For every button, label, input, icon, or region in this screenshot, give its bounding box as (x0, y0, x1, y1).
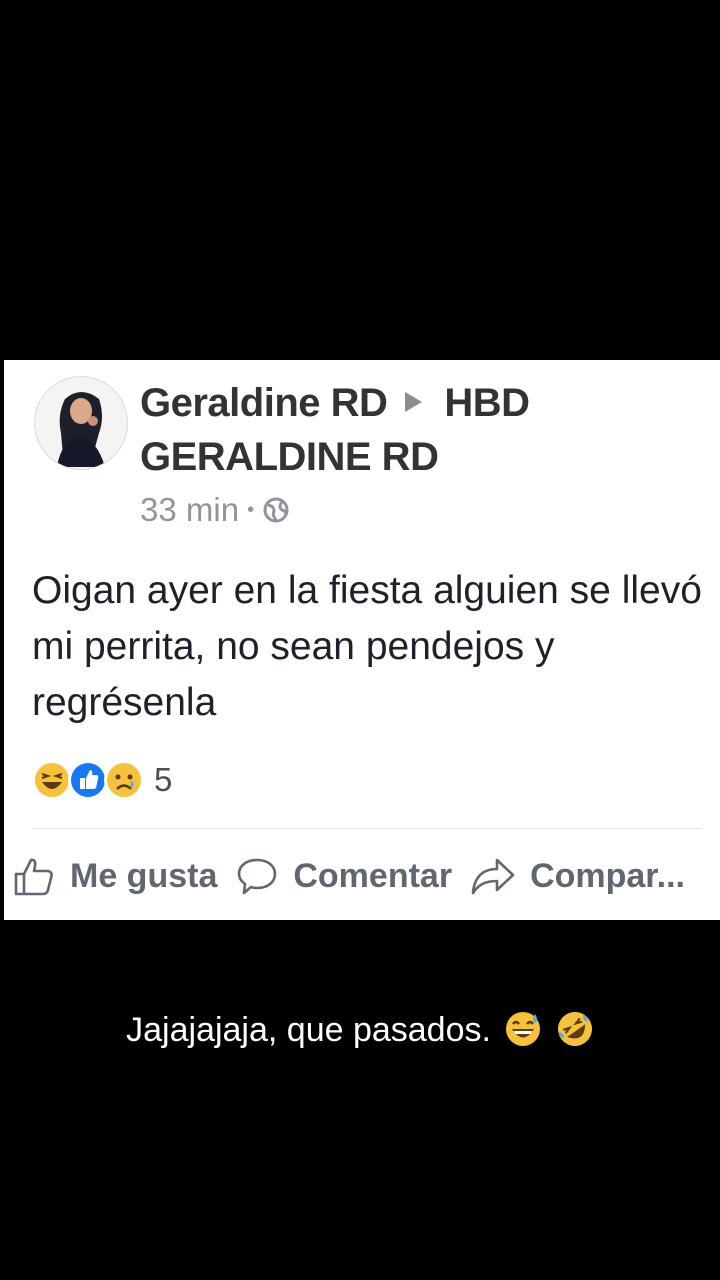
share-button[interactable]: Compar... (470, 854, 685, 898)
comment-label: Comentar (293, 856, 453, 895)
rolling-laughing-emoji-icon (557, 1012, 592, 1046)
post-body-text: Oigan ayer en la fiesta alguien se llevó… (32, 569, 702, 724)
share-arrow-icon (471, 858, 515, 895)
story-caption: Jajajajaja, que pasados. (0, 1010, 720, 1050)
actions-divider (32, 828, 702, 829)
haha-emoji-icon (32, 760, 72, 800)
reactions-summary[interactable]: 5 (32, 760, 172, 800)
post-meta: 33 min • (140, 491, 290, 529)
grinning-sweat-emoji-icon (506, 1012, 541, 1046)
caption-text: Jajajajaja, que pasados. (126, 1011, 491, 1049)
screen: Geraldine RD HBD GERALDINE RD 33 min • Oi… (0, 0, 720, 1280)
profile-photo (35, 377, 127, 469)
comment-bubble-icon (238, 858, 277, 895)
meta-separator: • (247, 498, 255, 521)
sad-emoji-icon (104, 760, 144, 800)
arrow-right-icon (405, 392, 423, 412)
share-label: Compar... (530, 856, 685, 895)
like-button[interactable]: Me gusta (12, 854, 217, 898)
author-name[interactable]: Geraldine RD (140, 381, 388, 425)
globe-icon (263, 497, 289, 523)
facebook-post-card: Geraldine RD HBD GERALDINE RD 33 min • Oi… (4, 360, 720, 920)
like-icon (68, 760, 108, 800)
comment-button[interactable]: Comentar (235, 854, 452, 898)
like-label: Me gusta (70, 856, 218, 895)
post-timestamp[interactable]: 33 min (140, 491, 239, 529)
post-actions-bar: Me gusta Comentar Compar... (12, 854, 720, 898)
post-header: Geraldine RD HBD GERALDINE RD (140, 376, 700, 484)
reaction-count: 5 (154, 761, 173, 798)
avatar[interactable] (34, 376, 128, 470)
thumbs-up-icon (14, 858, 53, 896)
